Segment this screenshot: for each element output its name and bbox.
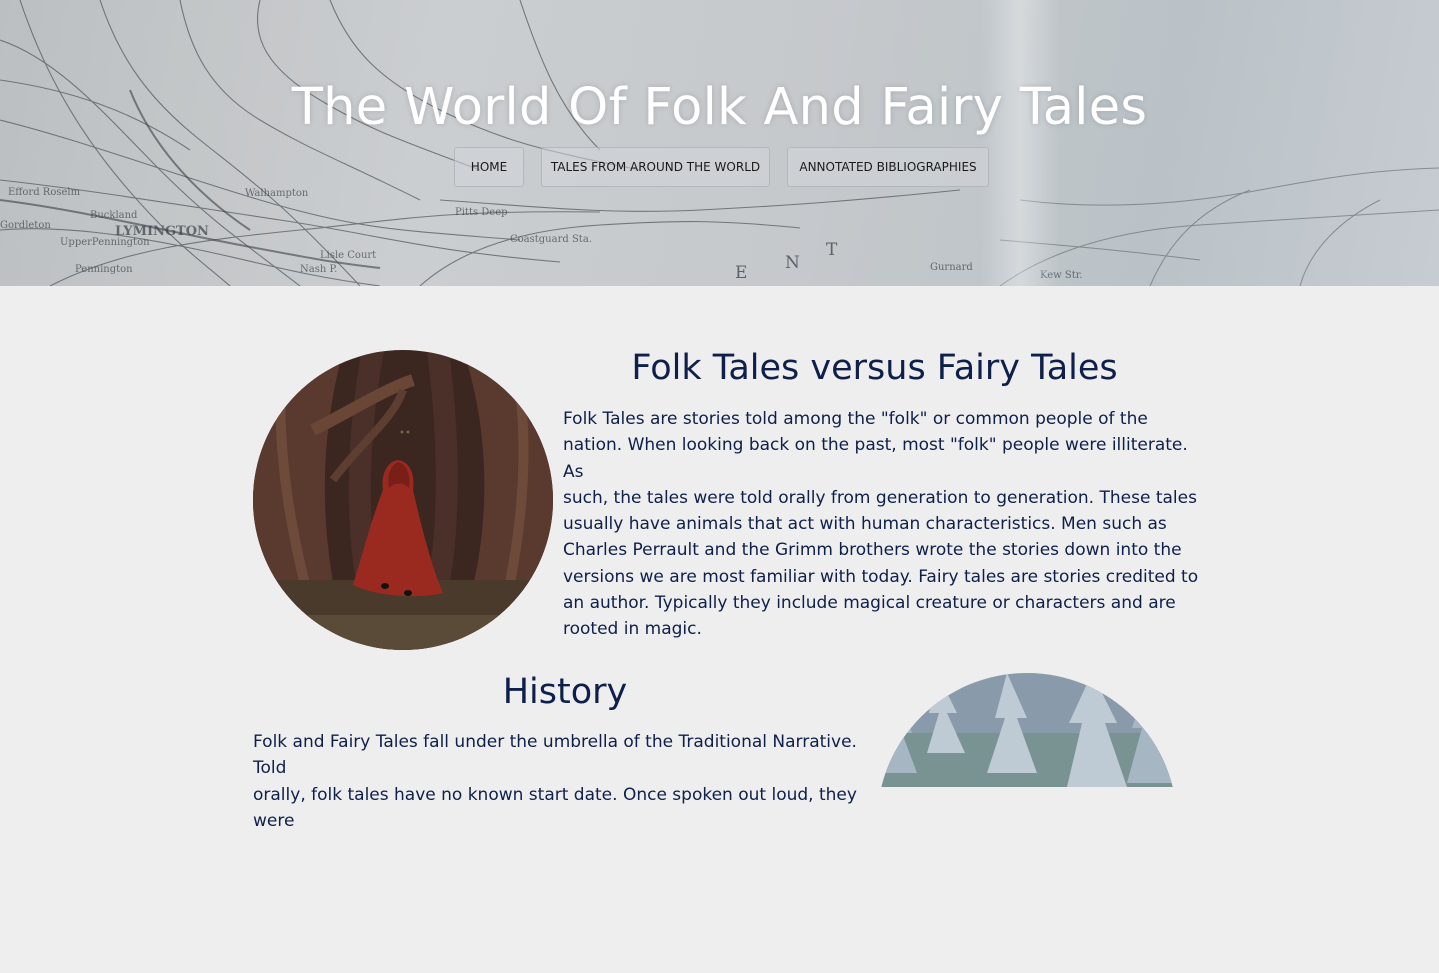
hero-banner: Efford Roselm Gordleton Buckland LYMINGT… — [0, 0, 1439, 286]
section-heading-history: History — [502, 672, 628, 712]
red-riding-hood-forest-image — [253, 350, 553, 650]
body-line: Folk and Fairy Tales fall under the umbr… — [253, 732, 857, 779]
body-line: Folk Tales are stories told among the "f… — [563, 409, 1148, 429]
body-line: an author. Typically they include magica… — [563, 593, 1176, 614]
section-body-folk-vs-fairy: Folk Tales are stories told among the "f… — [563, 406, 1203, 643]
nav-bibliographies-button[interactable]: ANNOTATED BIBLIOGRAPHIES — [787, 147, 989, 187]
site-title: The World Of Folk And Fairy Tales — [291, 78, 1148, 137]
body-line: such, the tales were told orally from ge… — [563, 487, 1197, 508]
body-line: usually have animals that act with human… — [563, 514, 1167, 535]
body-line: rooted in magic. — [563, 619, 702, 640]
nav-tales-button[interactable]: TALES FROM AROUND THE WORLD — [541, 147, 770, 187]
body-line: versions we are most familiar with today… — [563, 566, 1199, 587]
section-heading-folk-vs-fairy: Folk Tales versus Fairy Tales — [631, 348, 1118, 388]
body-line: Charles Perrault and the Grimm brothers … — [563, 540, 1182, 561]
body-line: orally, folk tales have no known start d… — [253, 784, 857, 831]
main-nav: HOME TALES FROM AROUND THE WORLD ANNOTAT… — [2, 147, 1439, 187]
snowy-pine-forest-image — [877, 673, 1177, 973]
body-line: nation. When looking back on the past, m… — [563, 435, 1188, 482]
nav-home-button[interactable]: HOME — [454, 147, 524, 187]
map-background-image: Efford Roselm Gordleton Buckland LYMINGT… — [0, 0, 1439, 286]
section-body-history: Folk and Fairy Tales fall under the umbr… — [253, 729, 893, 834]
